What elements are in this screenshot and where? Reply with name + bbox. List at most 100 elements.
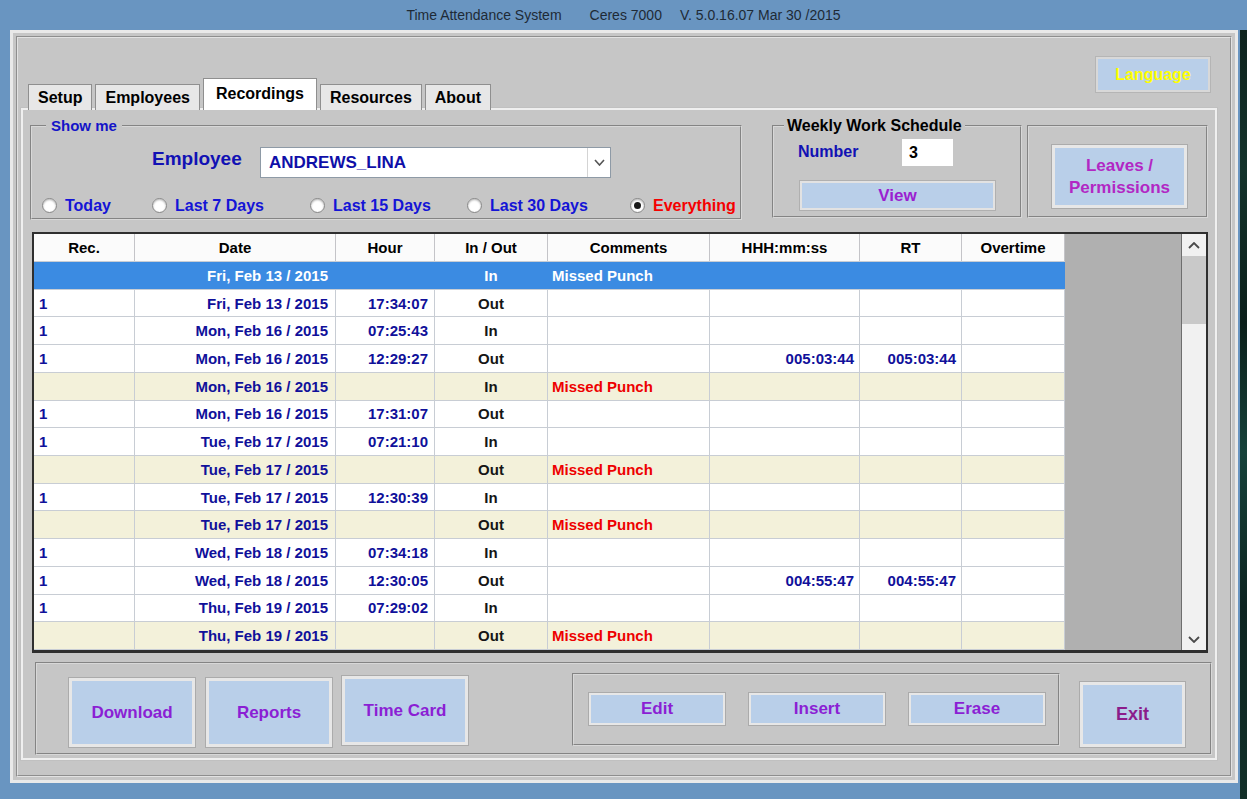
table-scrollbar[interactable] [1181, 234, 1206, 650]
radio-today[interactable]: Today [42, 197, 111, 214]
table-row[interactable]: 1Mon, Feb 16 / 201517:31:07Out [34, 401, 1065, 429]
combo-dropdown-icon[interactable] [587, 148, 610, 177]
employee-value: ANDREWS_LINA [269, 148, 406, 177]
radio-label: Last 30 Days [490, 197, 588, 215]
table-row[interactable]: 1Mon, Feb 16 / 201512:29:27Out005:03:440… [34, 345, 1065, 373]
weekly-schedule-label: Weekly Work Schedule [784, 117, 965, 135]
insert-button[interactable]: Insert [749, 693, 885, 725]
reports-button[interactable]: Reports [206, 678, 332, 747]
radio-circle-icon[interactable] [42, 198, 57, 213]
cell-rec: 1 [34, 567, 135, 594]
edit-button[interactable]: Edit [589, 693, 725, 725]
version-text: V. 5.0.16.07 Mar 30 /2015 [680, 7, 841, 23]
cell-date: Fri, Feb 13 / 2015 [135, 262, 336, 289]
table-row[interactable]: Tue, Feb 17 / 2015OutMissed Punch [34, 456, 1065, 484]
scrollbar-thumb[interactable] [1182, 256, 1206, 324]
cell-overtime [962, 428, 1065, 455]
table-row[interactable]: 1Thu, Feb 19 / 201507:29:02In [34, 595, 1065, 623]
column-header: HHH:mm:ss [710, 234, 860, 261]
cell-hhh [710, 539, 860, 566]
cell-comments [548, 595, 710, 622]
employee-combobox[interactable]: ANDREWS_LINA [260, 147, 611, 178]
cell-date: Tue, Feb 17 / 2015 [135, 428, 336, 455]
cell-date: Mon, Feb 16 / 2015 [135, 401, 336, 428]
cell-inout: Out [435, 345, 548, 372]
cell-overtime [962, 373, 1065, 400]
table-row[interactable]: 1Tue, Feb 17 / 201507:21:10In [34, 428, 1065, 456]
table-row[interactable]: Fri, Feb 13 / 2015InMissed Punch [34, 262, 1065, 290]
table-row[interactable]: 1Fri, Feb 13 / 201517:34:07Out [34, 290, 1065, 318]
radio-last-7-days[interactable]: Last 7 Days [152, 197, 264, 214]
erase-button[interactable]: Erase [909, 693, 1045, 725]
cell-rec: 1 [34, 317, 135, 344]
cell-rec [34, 262, 135, 289]
radio-circle-icon[interactable] [152, 198, 167, 213]
cell-comments: Missed Punch [548, 456, 710, 483]
radio-circle-icon[interactable] [630, 198, 645, 213]
cell-rec: 1 [34, 539, 135, 566]
cell-date: Thu, Feb 19 / 2015 [135, 622, 336, 649]
radio-circle-icon[interactable] [310, 198, 325, 213]
download-button[interactable]: Download [69, 678, 195, 747]
number-input[interactable]: 3 [902, 139, 953, 166]
cell-hour: 07:25:43 [336, 317, 435, 344]
table-row[interactable]: 1Wed, Feb 18 / 201507:34:18In [34, 539, 1065, 567]
scroll-down-button[interactable] [1182, 628, 1206, 650]
language-button[interactable]: Language [1096, 57, 1210, 92]
cell-hhh [710, 622, 860, 649]
cell-overtime [962, 567, 1065, 594]
product-name: Ceres 7000 [590, 7, 662, 23]
cell-date: Thu, Feb 19 / 2015 [135, 595, 336, 622]
cell-hour [336, 373, 435, 400]
radio-last-30-days[interactable]: Last 30 Days [467, 197, 588, 214]
cell-hour: 07:29:02 [336, 595, 435, 622]
table-row[interactable]: 1Tue, Feb 17 / 201512:30:39In [34, 484, 1065, 512]
column-header: In / Out [435, 234, 548, 261]
tab-setup[interactable]: Setup [28, 84, 92, 110]
leaves-permissions-button[interactable]: Leaves / Permissions [1052, 145, 1187, 208]
cell-overtime [962, 539, 1065, 566]
cell-comments [548, 484, 710, 511]
cell-hhh [710, 511, 860, 538]
cell-date: Tue, Feb 17 / 2015 [135, 456, 336, 483]
cell-rec: 1 [34, 595, 135, 622]
cell-hour [336, 456, 435, 483]
cell-hhh: 004:55:47 [710, 567, 860, 594]
cell-date: Wed, Feb 18 / 2015 [135, 567, 336, 594]
cell-hour: 07:21:10 [336, 428, 435, 455]
cell-date: Tue, Feb 17 / 2015 [135, 484, 336, 511]
tab-resources[interactable]: Resources [320, 84, 422, 110]
cell-comments [548, 290, 710, 317]
table-row[interactable]: Mon, Feb 16 / 2015InMissed Punch [34, 373, 1065, 401]
table-row[interactable]: Thu, Feb 19 / 2015OutMissed Punch [34, 622, 1065, 650]
radio-everything[interactable]: Everything [630, 197, 736, 214]
cell-hour [336, 622, 435, 649]
cell-inout: In [435, 484, 548, 511]
cell-date: Mon, Feb 16 / 2015 [135, 317, 336, 344]
table-row[interactable]: 1Wed, Feb 18 / 201512:30:05Out004:55:470… [34, 567, 1065, 595]
cell-inout: Out [435, 511, 548, 538]
cell-inout: In [435, 428, 548, 455]
radio-last-15-days[interactable]: Last 15 Days [310, 197, 431, 214]
tab-recordings[interactable]: Recordings [203, 78, 317, 110]
view-button[interactable]: View [800, 181, 995, 210]
table-rows: Fri, Feb 13 / 2015InMissed Punch1Fri, Fe… [34, 262, 1065, 650]
table-filler [1065, 234, 1181, 650]
cell-inout: In [435, 539, 548, 566]
cell-overtime [962, 401, 1065, 428]
cell-overtime [962, 622, 1065, 649]
table-row[interactable]: Tue, Feb 17 / 2015OutMissed Punch [34, 511, 1065, 539]
cell-hour: 17:34:07 [336, 290, 435, 317]
cell-inout: In [435, 262, 548, 289]
exit-button[interactable]: Exit [1080, 682, 1185, 747]
tab-about[interactable]: About [425, 84, 491, 110]
cell-overtime [962, 317, 1065, 344]
cell-comments [548, 317, 710, 344]
scroll-up-button[interactable] [1182, 234, 1206, 256]
radio-circle-icon[interactable] [467, 198, 482, 213]
tab-employees[interactable]: Employees [95, 84, 199, 110]
table-row[interactable]: 1Mon, Feb 16 / 201507:25:43In [34, 317, 1065, 345]
time-card-button[interactable]: Time Card [342, 676, 468, 745]
cell-hour: 07:34:18 [336, 539, 435, 566]
cell-comments: Missed Punch [548, 622, 710, 649]
